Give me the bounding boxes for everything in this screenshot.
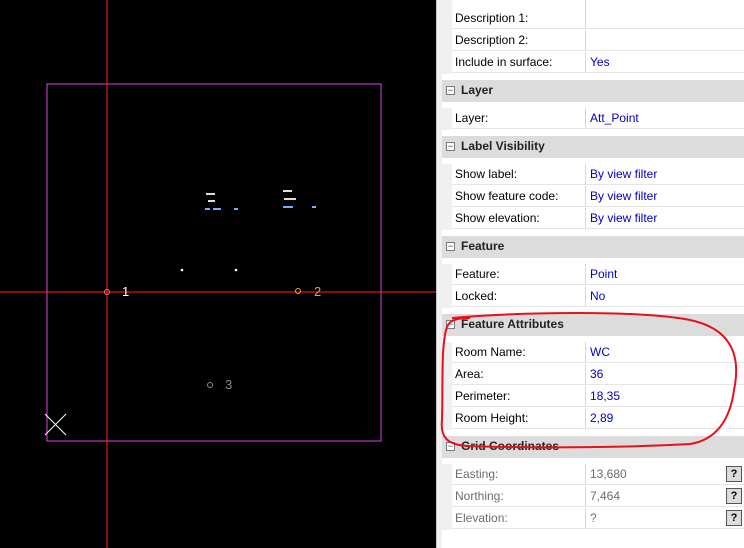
collapse-toggle-icon[interactable]: − bbox=[446, 320, 455, 329]
property-name: Room Height: bbox=[452, 408, 586, 429]
survey-dot[interactable] bbox=[234, 268, 238, 272]
help-question-icon[interactable]: ? bbox=[726, 488, 742, 504]
property-value[interactable]: 2,89 bbox=[586, 408, 744, 429]
category-title: Feature bbox=[461, 239, 505, 253]
property-value[interactable]: No bbox=[586, 286, 744, 307]
property-name: Perimeter: bbox=[452, 386, 586, 407]
property-row-include-in-surface[interactable]: Include in surface: Yes bbox=[442, 52, 744, 74]
property-value[interactable]: Att_Point bbox=[586, 108, 744, 129]
point-3-label: 3 bbox=[225, 377, 232, 392]
property-name: Show elevation: bbox=[452, 208, 586, 229]
property-value-text: 7,464 bbox=[590, 489, 621, 503]
category-label-visibility[interactable]: − Label Visibility bbox=[442, 136, 744, 158]
category-title: Feature Attributes bbox=[461, 317, 564, 331]
property-value[interactable] bbox=[586, 8, 744, 29]
property-name: Feature: bbox=[452, 264, 586, 285]
point-1-label: 1 bbox=[122, 284, 129, 299]
viewport-canvas[interactable]: 1 2 3 bbox=[0, 0, 436, 548]
property-row-show-elevation[interactable]: Show elevation: By view filter bbox=[442, 208, 744, 230]
property-name: Include in surface: bbox=[452, 52, 586, 73]
property-row-layer[interactable]: Layer: Att_Point bbox=[442, 108, 744, 130]
property-name: Description 1: bbox=[452, 8, 586, 29]
property-value[interactable]: 18,35 bbox=[586, 386, 744, 407]
help-question-icon[interactable]: ? bbox=[726, 510, 742, 526]
small-point-labels-left bbox=[205, 193, 238, 210]
property-value[interactable]: Point bbox=[586, 264, 744, 285]
property-row-locked[interactable]: Locked: No bbox=[442, 286, 744, 308]
property-value-text: ? bbox=[590, 511, 597, 525]
property-value[interactable]: 36 bbox=[586, 364, 744, 385]
property-row-room-name[interactable]: Room Name: WC bbox=[442, 342, 744, 364]
property-value[interactable]: By view filter bbox=[586, 186, 744, 207]
property-name: Northing: bbox=[452, 486, 586, 507]
category-title: Layer bbox=[461, 83, 494, 97]
category-title: Grid Coordinates bbox=[461, 439, 560, 453]
point-2-label: 2 bbox=[314, 284, 321, 299]
property-row-perimeter[interactable]: Perimeter: 18,35 bbox=[442, 386, 744, 408]
cross-marker-icon bbox=[44, 413, 67, 436]
property-row-area[interactable]: Area: 36 bbox=[442, 364, 744, 386]
property-name: Locked: bbox=[452, 286, 586, 307]
category-grid-coordinates[interactable]: − Grid Coordinates bbox=[442, 436, 744, 458]
property-name: Show feature code: bbox=[452, 186, 586, 207]
collapse-toggle-icon[interactable]: − bbox=[446, 142, 455, 151]
property-row-description-1[interactable]: Description 1: bbox=[442, 8, 744, 30]
point-2-marker[interactable] bbox=[295, 288, 301, 294]
property-row-easting[interactable]: Easting: 13,680 ? bbox=[442, 464, 744, 486]
category-feature-attributes[interactable]: − Feature Attributes bbox=[442, 314, 744, 336]
category-feature[interactable]: − Feature bbox=[442, 236, 744, 258]
help-question-icon[interactable]: ? bbox=[726, 466, 742, 482]
property-name: Area: bbox=[452, 364, 586, 385]
category-layer[interactable]: − Layer bbox=[442, 80, 744, 102]
property-row-feature[interactable]: Feature: Point bbox=[442, 264, 744, 286]
point-3-marker[interactable] bbox=[207, 382, 213, 388]
properties-panel: ... Description 1: Description 2: Includ… bbox=[442, 0, 744, 548]
collapse-toggle-icon[interactable]: − bbox=[446, 442, 455, 451]
small-point-labels-right bbox=[283, 190, 316, 208]
property-row-elevation[interactable]: Elevation: ? ? bbox=[442, 508, 744, 530]
property-value[interactable]: 13,680 ? bbox=[586, 464, 744, 485]
property-row-show-feature-code[interactable]: Show feature code: By view filter bbox=[442, 186, 744, 208]
property-value[interactable]: WC bbox=[586, 342, 744, 363]
property-row-show-label[interactable]: Show label: By view filter bbox=[442, 164, 744, 186]
property-value-text: 13,680 bbox=[590, 467, 627, 481]
property-row-northing[interactable]: Northing: 7,464 ? bbox=[442, 486, 744, 508]
collapse-toggle-icon[interactable]: − bbox=[446, 86, 455, 95]
property-value[interactable]: 7,464 ? bbox=[586, 486, 744, 507]
collapse-toggle-icon[interactable]: − bbox=[446, 242, 455, 251]
property-name: Elevation: bbox=[452, 508, 586, 529]
property-row-room-height[interactable]: Room Height: 2,89 bbox=[442, 408, 744, 430]
property-name: Layer: bbox=[452, 108, 586, 129]
room-boundary-rectangle[interactable] bbox=[46, 83, 382, 442]
property-name: Room Name: bbox=[452, 342, 586, 363]
survey-dot[interactable] bbox=[180, 268, 184, 272]
property-name: Easting: bbox=[452, 464, 586, 485]
property-name: Show label: bbox=[452, 164, 586, 185]
category-title: Label Visibility bbox=[461, 139, 545, 153]
property-row-description-2[interactable]: Description 2: bbox=[442, 30, 744, 52]
property-value[interactable]: By view filter bbox=[586, 208, 744, 229]
property-value[interactable]: ? ? bbox=[586, 508, 744, 529]
property-value[interactable]: Yes bbox=[586, 52, 744, 73]
cad-viewport[interactable]: 1 2 3 bbox=[0, 0, 436, 548]
property-value[interactable]: By view filter bbox=[586, 164, 744, 185]
property-value[interactable] bbox=[586, 30, 744, 51]
property-name: Description 2: bbox=[452, 30, 586, 51]
